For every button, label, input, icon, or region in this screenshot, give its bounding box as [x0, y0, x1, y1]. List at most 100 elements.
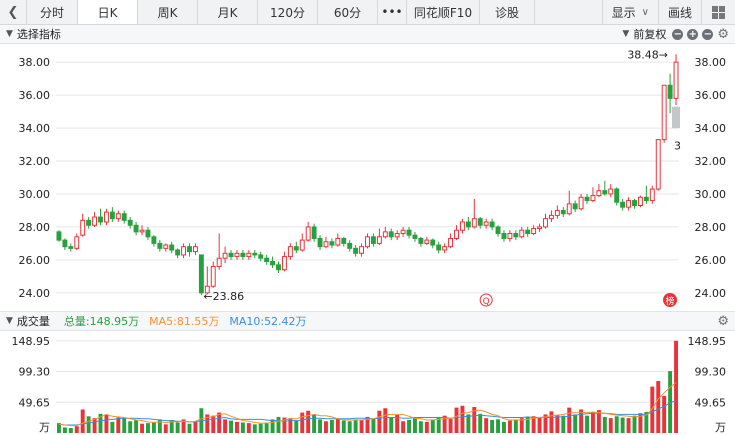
candle-up [281, 256, 287, 271]
tab-2[interactable]: 周K [138, 0, 198, 24]
volume-bar-up [324, 421, 328, 433]
candle-down [252, 252, 258, 256]
candle-down [495, 226, 501, 235]
volume-bar-up [537, 416, 542, 433]
tab-3[interactable]: 月K [198, 0, 258, 24]
candle-up [543, 218, 548, 228]
candle-down [133, 224, 139, 233]
candle-down [620, 201, 626, 208]
bang-marker-label: 榜 [666, 295, 675, 307]
volume-bar-up [567, 407, 572, 433]
volume-title: 成交量 [16, 315, 50, 328]
volume-chart[interactable]: 49.65 49.65 99.30 99.30 148.95 148.95 万 万 [0, 331, 735, 435]
right-cut-label: 3 [674, 139, 681, 152]
candle-up [139, 229, 145, 233]
candle-up [163, 244, 169, 249]
tab-4[interactable]: 120分 [258, 0, 318, 24]
price-tick-right: 28.00 [695, 221, 727, 234]
candle-down [311, 226, 317, 239]
chevron-down-icon: ∨ [641, 6, 649, 18]
volume-bar-down [151, 421, 156, 433]
volume-bar-down [413, 418, 417, 433]
volume-bar-down [110, 421, 115, 433]
volume-bar-up [163, 424, 168, 433]
tab-8[interactable]: 诊股 [480, 0, 535, 24]
price-tick-left: 30.00 [19, 188, 51, 201]
candle-down [317, 237, 323, 248]
candle-down [270, 261, 276, 266]
volume-bar-up [335, 418, 340, 433]
candle-up [234, 252, 240, 258]
layout-grid-button[interactable] [701, 0, 735, 24]
candle-down [98, 216, 103, 223]
candle-up [448, 237, 454, 248]
price-tick-left: 32.00 [19, 155, 51, 168]
volume-bar-down [128, 421, 133, 433]
tab-spacer [535, 0, 602, 24]
candle-up [442, 246, 448, 251]
candle-down [198, 254, 204, 294]
indicator-select[interactable]: 选择指标 [17, 26, 61, 42]
candle-up [554, 209, 560, 216]
candlestick-chart[interactable]: 24.00 24.00 26.00 26.00 28.00 28.00 30.00 30.00… [0, 44, 735, 310]
volume-bar-down [620, 417, 625, 433]
volume-bar-up [359, 420, 364, 433]
price-gray-marker [672, 106, 680, 129]
volume-tick-right: 99.30 [695, 366, 727, 379]
tab-7[interactable]: 同花顺F10 [407, 0, 480, 24]
volume-ma5-label: MA5:81.55万 [149, 315, 220, 328]
candle-up [210, 265, 216, 287]
volume-bar-down [407, 420, 411, 433]
plus-circle-icon[interactable]: + [687, 28, 699, 40]
volume-bar-up [507, 420, 512, 433]
price-tick-left: 24.00 [19, 287, 51, 300]
candle-down [465, 221, 471, 228]
volume-tick-left: 99.30 [19, 366, 51, 379]
volume-bar-up [608, 418, 613, 433]
candle-down [276, 264, 281, 271]
tab-6[interactable]: ••• [378, 0, 407, 24]
adjust-chevron-icon: ▼ [622, 29, 630, 39]
volume-bar-up [626, 418, 631, 433]
candle-down [572, 203, 578, 210]
volume-bar-up [656, 381, 661, 433]
draw-line-button[interactable]: 画线 [657, 0, 701, 24]
minus-circle-icon[interactable]: − [672, 28, 684, 40]
volume-bar-down [240, 422, 245, 433]
display-menu-label: 显示 [611, 5, 636, 20]
candle-up [566, 203, 572, 215]
volume-bar-down [86, 416, 91, 433]
candle-down [353, 247, 359, 254]
candle-up [376, 236, 382, 244]
tab-1[interactable]: 日K [78, 0, 138, 24]
back-button[interactable]: ❮ [0, 0, 27, 24]
candle-down [329, 241, 335, 246]
volume-bar-up [104, 414, 109, 433]
candle-up [305, 226, 311, 241]
volume-collapse-chevron-icon[interactable]: ▼ [6, 316, 13, 326]
tab-5[interactable]: 60分 [318, 0, 378, 24]
remove-circle-icon[interactable]: − [702, 28, 714, 40]
candle-down [418, 237, 424, 244]
volume-bar-up [74, 426, 79, 433]
volume-gear-icon[interactable]: ⚙ [717, 315, 729, 328]
volume-bar-down [490, 420, 495, 433]
volume-bar-up [306, 410, 311, 433]
tab-0[interactable]: 分时 [27, 0, 78, 24]
candle-down [643, 196, 649, 202]
volume-bar-up [377, 410, 382, 433]
candle-up [626, 200, 632, 208]
candle-down [560, 209, 566, 215]
gear-icon[interactable]: ⚙ [717, 28, 729, 41]
adjust-select[interactable]: 前复权 [633, 26, 666, 42]
candle-down [602, 190, 608, 195]
volume-bar-down [513, 419, 518, 433]
volume-bar-down [276, 416, 281, 433]
candle-up [192, 246, 198, 253]
period-tabs: 分时 日K 周K 月K 120分 60分 ••• 同花顺F10 诊股 [27, 0, 535, 24]
display-menu-button[interactable]: 显示 ∨ [601, 0, 658, 24]
low-price-label: ←23.86 [203, 290, 244, 303]
candle-up [382, 231, 388, 238]
collapse-chevron-icon[interactable]: ▼ [6, 29, 13, 39]
candle-up [400, 229, 406, 235]
